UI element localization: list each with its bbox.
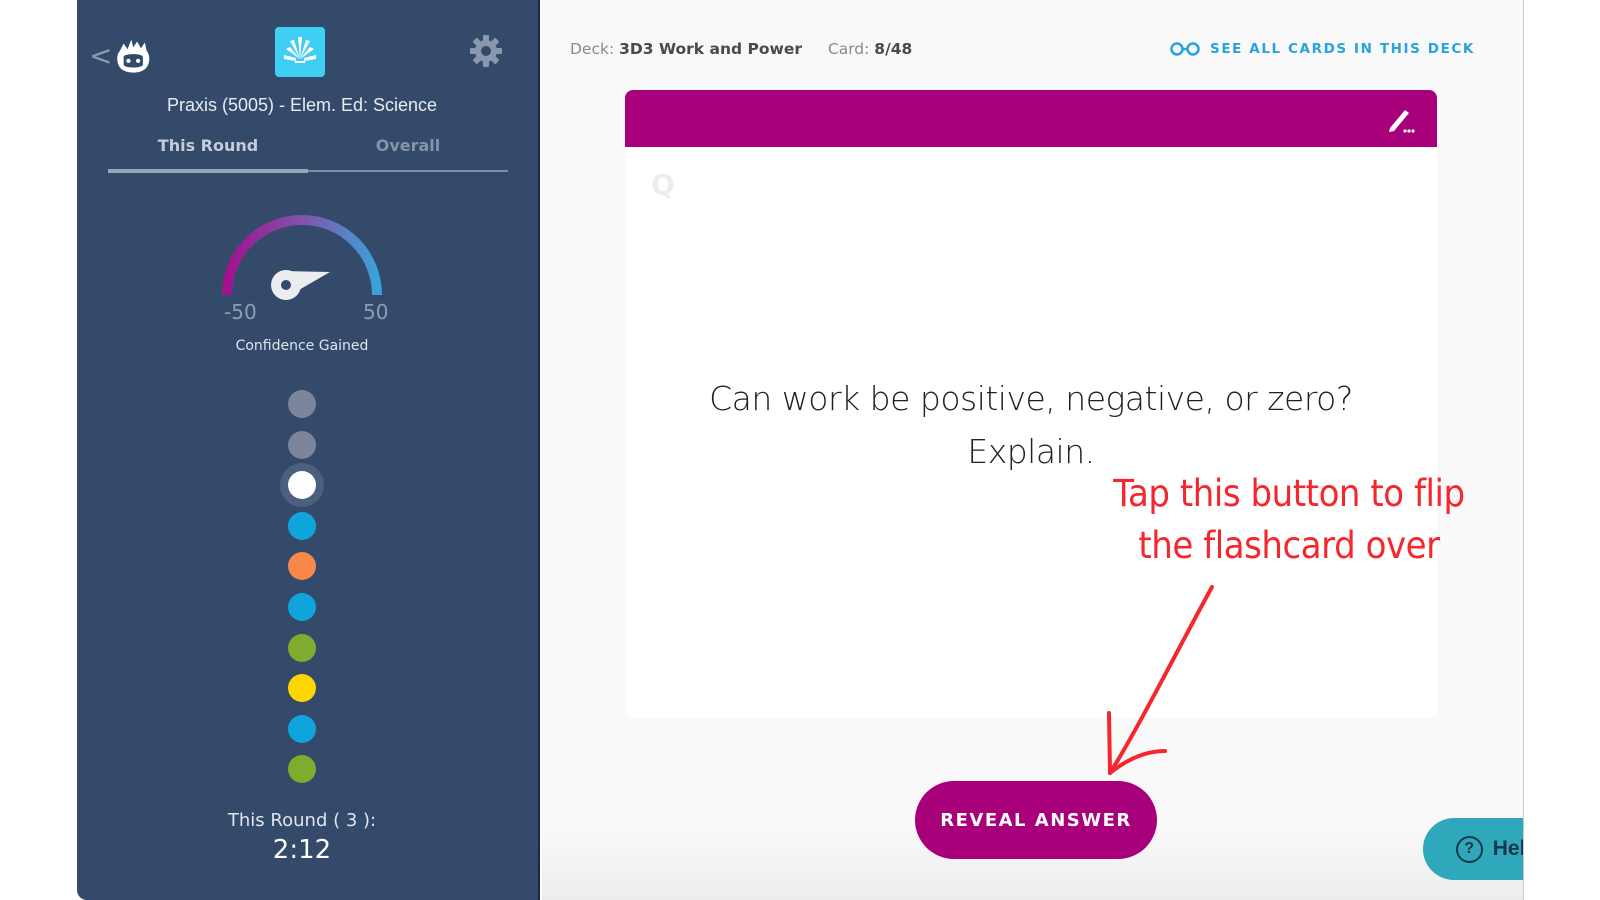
gauge-label: Confidence Gained bbox=[235, 338, 369, 354]
tab-this-round[interactable]: This Round bbox=[108, 132, 308, 173]
progress-dot-rated[interactable] bbox=[288, 592, 316, 621]
chevron-left-icon: < bbox=[89, 39, 113, 72]
progress-dot-rated[interactable] bbox=[288, 674, 316, 703]
flashcard: Q Can work be positive, negative, or zer… bbox=[625, 90, 1437, 718]
card-position: 8/48 bbox=[874, 40, 913, 58]
gauge-min-label: -50 bbox=[224, 300, 257, 324]
glasses-icon bbox=[1170, 42, 1200, 56]
progress-dot-unseen[interactable] bbox=[288, 430, 316, 459]
progress-dot-unseen[interactable] bbox=[288, 390, 316, 418]
annotation-line-1: Tap this button to flip bbox=[1113, 472, 1465, 515]
pencil-icon[interactable] bbox=[1385, 104, 1417, 136]
question-line-1: Can work be positive, negative, or zero? bbox=[709, 379, 1353, 418]
progress-dot-rated[interactable] bbox=[288, 552, 316, 581]
flashcard-header bbox=[625, 90, 1437, 147]
back-button[interactable]: < bbox=[89, 36, 153, 76]
gauge-needle bbox=[271, 270, 330, 300]
progress-dot-rated[interactable] bbox=[288, 511, 316, 540]
card-prefix: Card: bbox=[827, 40, 870, 58]
see-all-label: SEE ALL CARDS IN THIS DECK bbox=[1210, 41, 1475, 57]
deck-name: 3D3 Work and Power bbox=[619, 40, 802, 58]
app-window: < Praxis (5005) - Elem. Ed: Science This… bbox=[77, 0, 1523, 900]
question-text: Can work be positive, negative, or zero?… bbox=[625, 372, 1437, 478]
study-area: Deck: 3D3 Work and Power Card: 8/48 SEE … bbox=[542, 0, 1523, 900]
annotation-line-2: the flashcard over bbox=[1138, 524, 1440, 567]
progress-dot-rated[interactable] bbox=[288, 755, 316, 784]
progress-dot-rated[interactable] bbox=[288, 633, 316, 662]
card-progress-dots bbox=[282, 390, 322, 796]
help-button[interactable]: ? Help bbox=[1423, 818, 1523, 880]
round-timer: 2:12 bbox=[272, 835, 332, 865]
brainscape-logo-icon[interactable] bbox=[275, 27, 325, 77]
deck-title: Praxis (5005) - Elem. Ed: Science bbox=[166, 95, 438, 115]
logo-fan-icon bbox=[284, 37, 316, 63]
help-label: Help bbox=[1492, 837, 1523, 860]
progress-dot-current[interactable] bbox=[288, 471, 316, 500]
round-tabs: This Round Overall bbox=[108, 132, 508, 173]
card-meta: Deck: 3D3 Work and Power Card: 8/48 bbox=[570, 40, 912, 58]
tab-overall[interactable]: Overall bbox=[308, 132, 508, 170]
see-all-cards-link[interactable]: SEE ALL CARDS IN THIS DECK bbox=[1170, 41, 1475, 57]
gauge-max-label: 50 bbox=[363, 300, 389, 324]
sidebar: < Praxis (5005) - Elem. Ed: Science This… bbox=[77, 0, 540, 900]
help-circle-icon: ? bbox=[1455, 835, 1483, 863]
round-label: This Round ( 3 ): bbox=[227, 810, 377, 831]
deck-prefix: Deck: bbox=[570, 40, 615, 58]
question-side-marker: Q bbox=[651, 168, 675, 201]
brain-mascot-icon bbox=[117, 39, 150, 73]
annotation-callout: Tap this button to flip the flashcard ov… bbox=[1105, 468, 1473, 572]
progress-dot-rated[interactable] bbox=[288, 714, 316, 743]
reveal-answer-button[interactable]: REVEAL ANSWER bbox=[915, 781, 1157, 859]
gear-icon[interactable] bbox=[469, 34, 503, 68]
